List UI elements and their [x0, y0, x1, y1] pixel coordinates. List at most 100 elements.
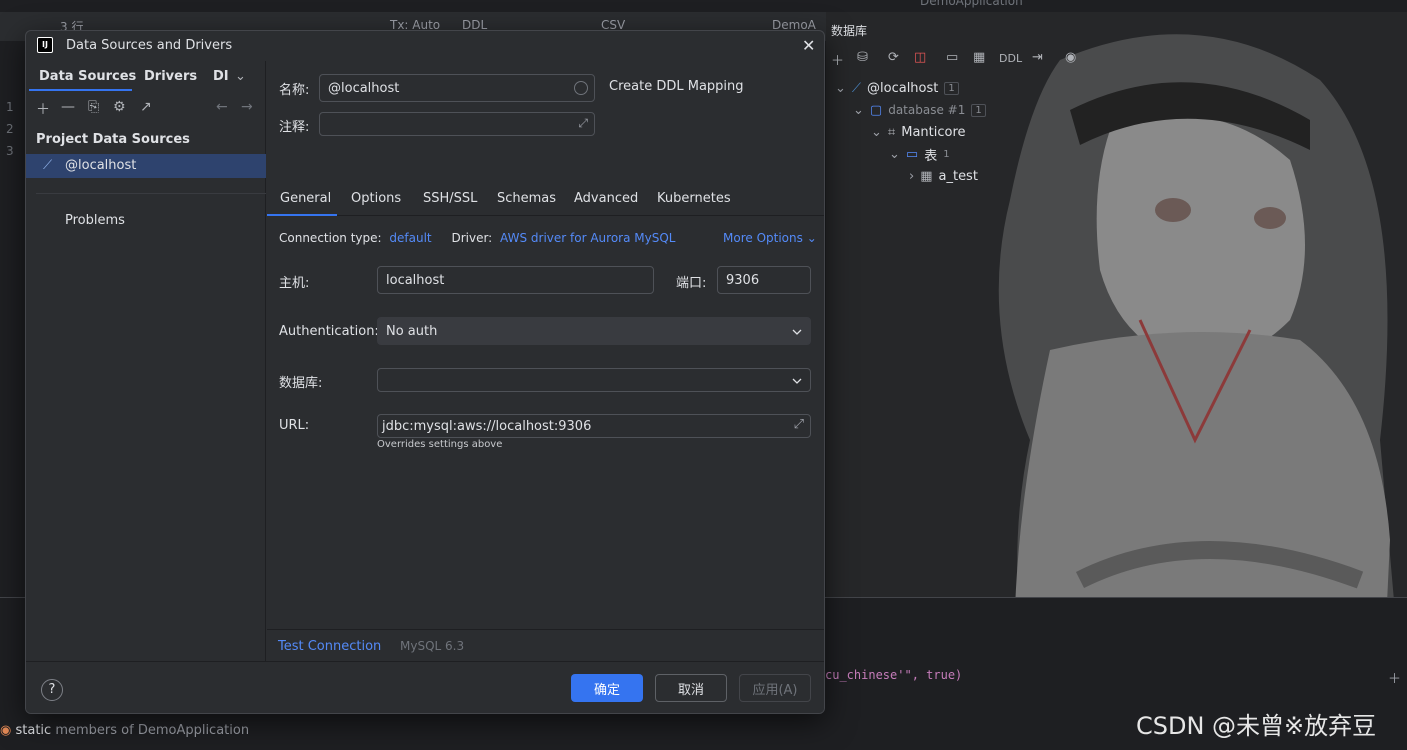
- expand-icon[interactable]: ⤢: [578, 116, 588, 131]
- line-number: 1: [6, 100, 14, 114]
- url-value: jdbc:mysql:aws://localhost:9306: [382, 418, 592, 434]
- remove-icon[interactable]: —: [61, 99, 75, 115]
- add-icon[interactable]: ＋: [831, 50, 844, 69]
- stop-icon[interactable]: ◫: [914, 50, 926, 65]
- auth-value: No auth: [386, 323, 438, 339]
- mysql-icon: ⟋: [43, 158, 53, 173]
- status-line: ◉ static members of DemoApplication: [0, 723, 249, 738]
- problems-item[interactable]: Problems: [65, 213, 125, 228]
- database-label: 数据库:: [279, 376, 323, 391]
- section-header: Project Data Sources: [36, 132, 190, 147]
- url-label: URL:: [279, 418, 310, 433]
- status-keyword: static: [15, 723, 52, 738]
- color-picker-icon[interactable]: [574, 81, 588, 95]
- url-field[interactable]: jdbc:mysql:aws://localhost:9306 ⤢: [377, 414, 811, 438]
- line-number: 3: [6, 144, 14, 158]
- tab-data-sources[interactable]: Data Sources: [39, 69, 136, 84]
- test-connection-link[interactable]: Test Connection: [278, 639, 381, 654]
- datasource-properties-icon[interactable]: ⛁: [857, 50, 868, 65]
- tree-item-label: @localhost: [867, 80, 939, 96]
- run-config-label[interactable]: DemoApplication: [920, 0, 1023, 8]
- dialog-titlebar[interactable]: IJ Data Sources and Drivers ✕: [26, 31, 824, 61]
- warning-icon: ◉: [0, 723, 12, 738]
- chevron-down-icon: [792, 378, 802, 384]
- console-icon[interactable]: ▭: [946, 50, 958, 65]
- chevron-down-icon[interactable]: ⌄: [853, 103, 864, 118]
- connection-type-link[interactable]: default: [389, 231, 431, 245]
- dialog-footer: ? 确定 取消 应用(A): [26, 661, 824, 713]
- auth-select[interactable]: No auth: [377, 317, 811, 345]
- chevron-down-icon: [792, 329, 802, 335]
- dialog-title: Data Sources and Drivers: [66, 38, 233, 53]
- external-link-icon[interactable]: ↗: [140, 99, 152, 115]
- cancel-button[interactable]: 取消: [655, 674, 727, 702]
- port-value: 9306: [726, 272, 760, 288]
- driver-label: Driver:: [451, 231, 493, 245]
- forward-arrow-icon[interactable]: →: [241, 99, 253, 115]
- chevron-down-icon[interactable]: ⌄: [871, 125, 882, 140]
- chevron-right-icon[interactable]: ›: [909, 169, 914, 184]
- tab-options[interactable]: Options: [351, 191, 401, 206]
- add-icon[interactable]: ＋: [1388, 668, 1401, 687]
- more-options-dropdown[interactable]: More Options ⌄: [723, 231, 817, 245]
- tree-item-count: 1: [944, 81, 959, 95]
- data-source-label: @localhost: [65, 158, 137, 173]
- back-arrow-icon[interactable]: ←: [216, 99, 228, 115]
- help-button[interactable]: ?: [41, 679, 63, 701]
- ok-button[interactable]: 确定: [571, 674, 643, 702]
- tab-underline: [29, 89, 132, 91]
- tree-item-a-test[interactable]: › ▦ a_test: [909, 166, 978, 186]
- chevron-down-icon[interactable]: ⌄: [835, 81, 846, 96]
- create-ddl-mapping-link[interactable]: Create DDL Mapping: [609, 79, 744, 94]
- chevron-down-icon: ⌄: [806, 231, 817, 245]
- tab-kubernetes[interactable]: Kubernetes: [657, 191, 731, 206]
- tab-ssh-ssl[interactable]: SSH/SSL: [423, 191, 477, 206]
- host-field[interactable]: localhost: [377, 266, 654, 294]
- tab-drivers[interactable]: Drivers: [144, 69, 197, 84]
- tree-item-label: a_test: [938, 168, 978, 184]
- refresh-icon[interactable]: ⟳: [888, 50, 899, 65]
- gear-icon[interactable]: ⚙: [113, 99, 126, 115]
- view-options-icon[interactable]: ◉: [1065, 50, 1076, 65]
- tree-item-localhost[interactable]: ⌄ ⟋ @localhost 1: [835, 78, 959, 98]
- driver-version: MySQL 6.3: [400, 639, 465, 653]
- database-select[interactable]: [377, 368, 811, 392]
- url-hint: Overrides settings above: [377, 439, 503, 450]
- host-value: localhost: [386, 272, 445, 288]
- table-icon: ▦: [920, 168, 933, 184]
- data-source-item[interactable]: ⟋ @localhost: [26, 154, 266, 178]
- jump-icon[interactable]: ⇥: [1032, 50, 1043, 65]
- tree-item-label: 表: [924, 148, 938, 164]
- duplicate-icon[interactable]: ⎘: [88, 99, 99, 115]
- tree-item-tables[interactable]: ⌄ ▭ 表 1: [889, 144, 950, 164]
- table-icon[interactable]: ▦: [973, 50, 985, 65]
- status-text: members of DemoApplication: [55, 723, 250, 738]
- add-icon[interactable]: ＋: [36, 99, 50, 119]
- database-icon: ▢: [869, 102, 883, 118]
- tree-item-label: Manticore: [901, 124, 966, 140]
- code-snippet: cu_chinese'", true): [825, 668, 963, 682]
- folder-icon: ▭: [905, 146, 919, 162]
- port-field[interactable]: 9306: [717, 266, 811, 294]
- tab-more[interactable]: DI: [213, 69, 229, 84]
- tab-general[interactable]: General: [280, 191, 331, 206]
- comment-field[interactable]: ⤢: [319, 112, 595, 136]
- name-field[interactable]: @localhost: [319, 74, 595, 102]
- tree-item-count: 1: [943, 148, 950, 160]
- tab-schemas[interactable]: Schemas: [497, 191, 556, 206]
- tab-advanced[interactable]: Advanced: [574, 191, 638, 206]
- tree-item-label: database #1: [888, 103, 966, 117]
- divider: [36, 193, 266, 194]
- expand-icon[interactable]: ⤢: [794, 417, 804, 432]
- chevron-down-icon[interactable]: ⌄: [235, 69, 246, 84]
- chevron-down-icon[interactable]: ⌄: [889, 147, 900, 162]
- close-icon[interactable]: ✕: [802, 38, 815, 54]
- intellij-logo-icon: IJ: [37, 37, 53, 53]
- apply-button[interactable]: 应用(A): [739, 674, 811, 702]
- tree-item-database[interactable]: ⌄ ▢ database #1 1: [853, 100, 986, 120]
- tree-item-manticore[interactable]: ⌄ ⌗ Manticore: [871, 122, 966, 142]
- ddl-button[interactable]: DDL: [999, 52, 1022, 65]
- connection-info-row: Connection type: default Driver: AWS dri…: [279, 231, 675, 245]
- divider: [267, 629, 824, 630]
- driver-link[interactable]: AWS driver for Aurora MySQL: [500, 231, 675, 245]
